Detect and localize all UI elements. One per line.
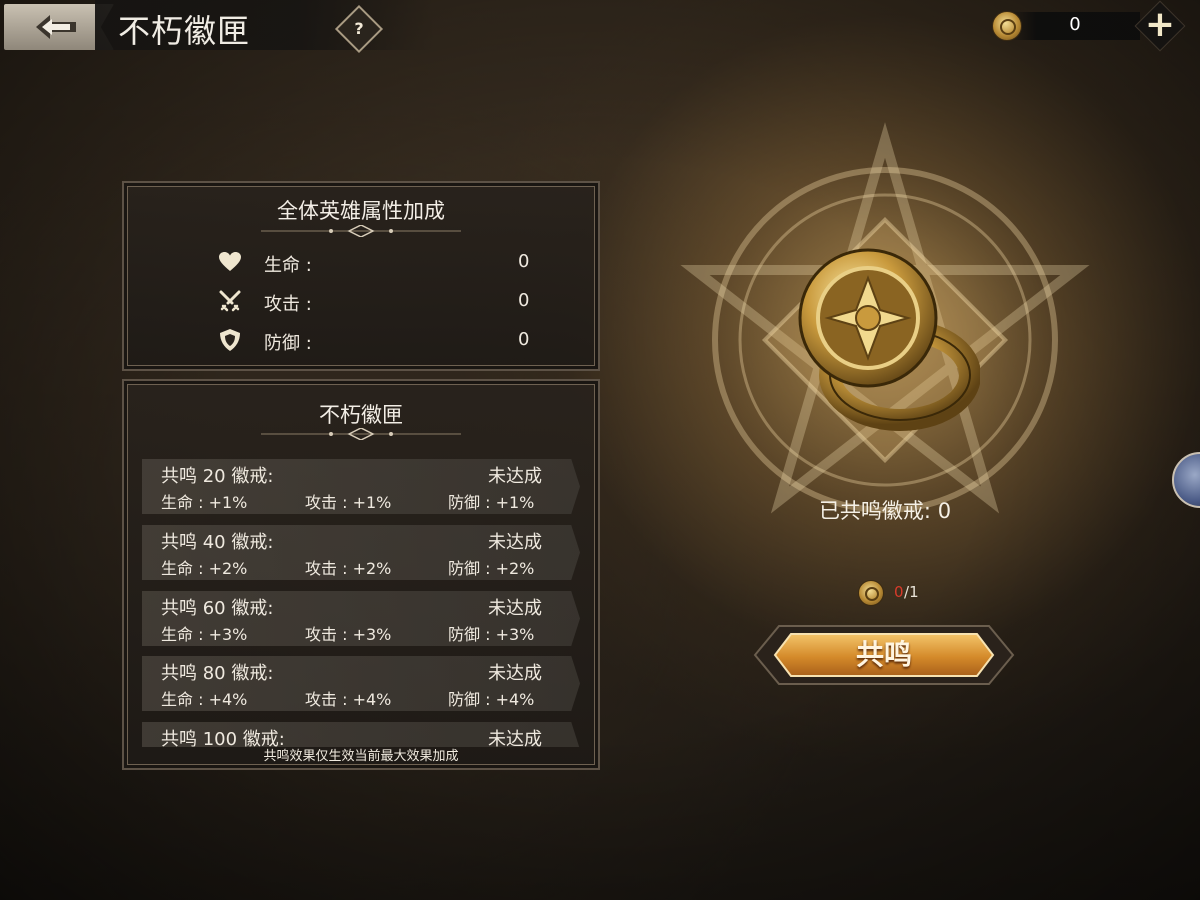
attribute-panel-title: 全体英雄属性加成	[277, 199, 445, 223]
divider-ornament	[261, 225, 461, 237]
tier-status: 未达成	[488, 598, 542, 619]
stat-row-attack: 攻击 : 0	[218, 289, 548, 315]
emblem-tiers-panel: 不朽徽匣 共鸣 20 徽戒: 未达成 生命 : +1% 攻击 : +1% 防御 …	[122, 379, 600, 770]
divider-ornament	[261, 428, 461, 440]
stat-row-hp: 生命 : 0	[218, 250, 548, 276]
emblem-ring-icon	[798, 248, 980, 431]
page-title: 不朽徽匣	[118, 12, 251, 50]
tier-row: 共鸣 100 徽戒: 未达成	[142, 722, 580, 747]
emblem-panel-title: 不朽徽匣	[319, 403, 403, 427]
tier-title: 共鸣 100 徽戒:	[161, 729, 285, 747]
resonated-count: 已共鸣徽戒: 0	[818, 499, 952, 523]
tier-bonus-defense: 防御 : +2%	[448, 559, 535, 578]
tier-bonus-defense: 防御 : +4%	[448, 690, 535, 709]
stat-value: 0	[518, 329, 530, 350]
shield-icon	[220, 329, 240, 351]
heart-icon	[219, 252, 241, 271]
stat-value: 0	[518, 251, 530, 272]
add-currency-button[interactable]: +	[1134, 0, 1186, 52]
tier-status: 未达成	[488, 466, 542, 487]
stat-value: 0	[518, 290, 530, 311]
resonate-button-label[interactable]: 共鸣	[753, 633, 1015, 673]
help-icon: ?	[354, 19, 364, 38]
attribute-bonus-panel: 全体英雄属性加成 生命 : 0 攻击 : 0 防御 : 0	[122, 181, 600, 371]
footnote: 共鸣效果仅生效当前最大效果加成	[263, 749, 459, 764]
tier-bonus-attack: 攻击 : +3%	[305, 625, 392, 644]
tier-bonus-attack: 攻击 : +1%	[305, 493, 392, 512]
tier-bonus-hp: 生命 : +1%	[161, 493, 248, 512]
back-arrow-icon	[36, 15, 76, 39]
tier-bonus-defense: 防御 : +1%	[448, 493, 535, 512]
tier-bonus-attack: 攻击 : +4%	[305, 690, 392, 709]
tier-bonus-hp: 生命 : +2%	[161, 559, 248, 578]
tier-list[interactable]: 共鸣 20 徽戒: 未达成 生命 : +1% 攻击 : +1% 防御 : +1%…	[142, 455, 582, 747]
ring-icon	[858, 580, 884, 606]
stat-row-defense: 防御 : 0	[218, 328, 548, 354]
tier-status: 未达成	[488, 532, 542, 553]
cost-owned: 0	[894, 583, 904, 601]
tier-row: 共鸣 80 徽戒: 未达成 生命 : +4% 攻击 : +4% 防御 : +4%	[142, 656, 580, 711]
stat-label: 防御 :	[264, 333, 312, 354]
resonate-cost: 0 /1	[858, 580, 938, 606]
currency-value: 0	[1069, 14, 1081, 35]
tier-bonus-defense: 防御 : +3%	[448, 625, 535, 644]
tier-row: 共鸣 60 徽戒: 未达成 生命 : +3% 攻击 : +3% 防御 : +3%	[142, 591, 580, 646]
tier-status: 未达成	[488, 729, 542, 747]
tier-bonus-attack: 攻击 : +2%	[305, 559, 392, 578]
stat-label: 生命 :	[264, 255, 312, 276]
plus-icon: +	[1144, 3, 1176, 45]
ring-icon	[992, 11, 1022, 41]
stat-label: 攻击 :	[264, 294, 312, 315]
tier-title: 共鸣 80 徽戒:	[161, 663, 274, 684]
tier-status: 未达成	[488, 663, 542, 684]
tier-title: 共鸣 20 徽戒:	[161, 466, 274, 487]
tier-bonus-hp: 生命 : +3%	[161, 625, 248, 644]
tier-title: 共鸣 60 徽戒:	[161, 598, 274, 619]
crossed-swords-icon	[219, 290, 241, 312]
cost-required: /1	[904, 583, 919, 601]
tier-row: 共鸣 40 徽戒: 未达成 生命 : +2% 攻击 : +2% 防御 : +2%	[142, 525, 580, 580]
tier-bonus-hp: 生命 : +4%	[161, 690, 248, 709]
side-character-button[interactable]	[1172, 452, 1200, 508]
tier-title: 共鸣 40 徽戒:	[161, 532, 274, 553]
tier-row: 共鸣 20 徽戒: 未达成 生命 : +1% 攻击 : +1% 防御 : +1%	[142, 459, 580, 514]
